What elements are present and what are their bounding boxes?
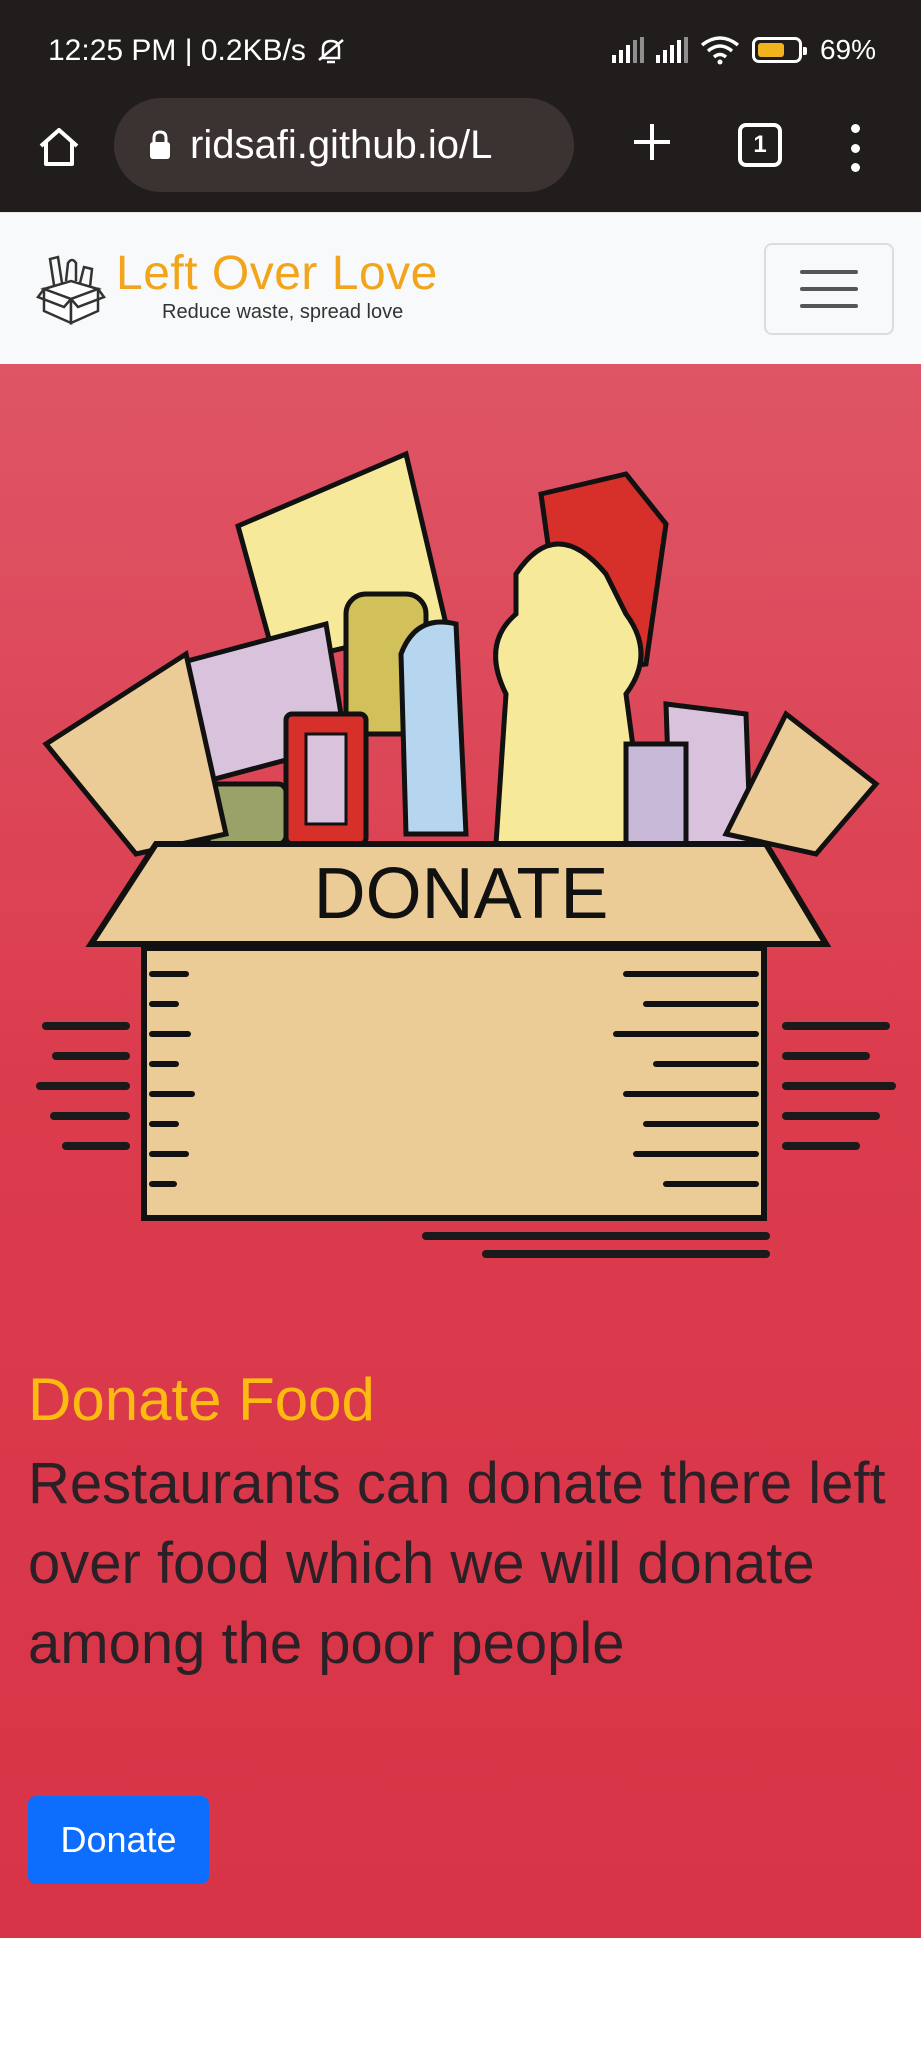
navbar-toggler-button[interactable] (764, 243, 894, 335)
brand-title: Left Over Love (116, 247, 438, 300)
url-text: ridsafi.github.io/L (190, 122, 493, 167)
lock-icon (150, 130, 170, 159)
tab-switcher-button[interactable]: 1 (738, 123, 782, 167)
page-bottom (0, 1938, 921, 2048)
address-bar[interactable]: ridsafi.github.io/L (114, 98, 574, 192)
wifi-icon (700, 36, 740, 65)
food-box-logo-icon (36, 255, 106, 325)
battery-fill (757, 43, 785, 57)
donation-box-illustration: DONATE (36, 450, 896, 1258)
home-button[interactable] (30, 118, 88, 176)
status-bar: 12:25 PM | 0.2KB/s 69% (0, 0, 921, 98)
brand-link[interactable]: Left Over Love Reduce waste, spread love (36, 249, 438, 329)
hero-section: DONATE Donate Food Restaurants can donat… (0, 364, 921, 1938)
more-menu-icon[interactable] (840, 118, 870, 178)
box-label: DONATE (314, 854, 609, 934)
status-left: 12:25 PM | 0.2KB/s (48, 34, 348, 68)
battery-percent: 69% (819, 34, 876, 65)
signal-icon-2 (655, 37, 688, 63)
battery-icon (751, 37, 807, 63)
status-time: 12:25 PM | 0.2KB/s (48, 34, 306, 67)
home-icon (39, 128, 79, 166)
mute-notification-icon (318, 39, 344, 64)
hamburger-icon (800, 270, 858, 274)
donate-button[interactable]: Donate (28, 1796, 209, 1884)
browser-toolbar: ridsafi.github.io/L 1 (0, 98, 921, 212)
new-tab-button[interactable] (622, 112, 682, 172)
hero-description: Restaurants can donate there left over f… (28, 1451, 886, 1676)
site-navbar: Left Over Love Reduce waste, spread love (0, 212, 921, 364)
plus-icon (634, 124, 670, 160)
brand-tagline: Reduce waste, spread love (162, 301, 404, 323)
hero-heading: Donate Food (28, 1366, 375, 1433)
signal-icon (611, 37, 644, 63)
status-right: 69% (611, 34, 876, 66)
